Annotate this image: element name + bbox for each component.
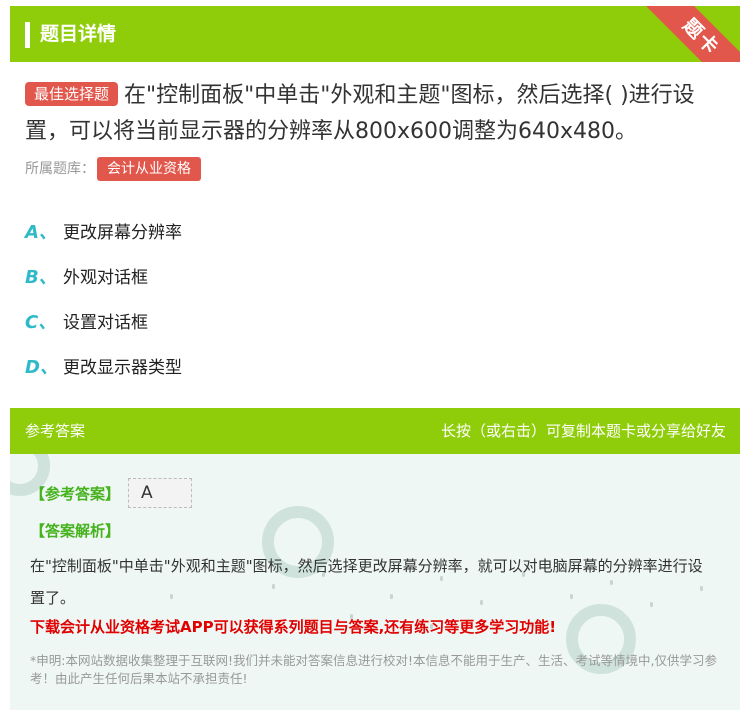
- option-text: 外观对话框: [63, 268, 148, 288]
- question-block: 最佳选择题 在"控制面板"中单击"外观和主题"图标，然后选择( )进行设置，可以将…: [25, 78, 730, 150]
- question-text: 在"控制面板"中单击"外观和主题"图标，然后选择( )进行设置，可以将当前显示器…: [25, 83, 695, 144]
- option-letter: A、: [25, 221, 57, 243]
- analysis-text: 在"控制面板"中单击"外观和主题"图标，然后选择更改屏幕分辨率，就可以对电脑屏幕…: [30, 557, 703, 607]
- option-letter: B、: [25, 266, 57, 288]
- option-list: A、 更改屏幕分辨率 B、 外观对话框 C、 设置对话框 D、 更改显示器类型: [25, 208, 182, 388]
- library-tag[interactable]: 会计从业资格: [97, 157, 201, 181]
- option-letter: D、: [25, 356, 58, 378]
- question-type-tag: 最佳选择题: [25, 82, 119, 106]
- option-text: 更改显示器类型: [63, 358, 182, 378]
- answer-header: 参考答案 长按（或右击）可复制本题卡或分享给好友: [10, 408, 740, 454]
- option-b[interactable]: B、 外观对话框: [25, 253, 182, 298]
- answer-row: 【参考答案】 A: [30, 478, 193, 508]
- option-text: 更改屏幕分辨率: [63, 223, 182, 243]
- answer-label: 【参考答案】: [30, 484, 121, 503]
- option-c[interactable]: C、 设置对话框: [25, 298, 182, 343]
- app-download-promo[interactable]: 下载会计从业资格考试APP可以获得系列题目与答案,还有练习等更多学习功能!: [30, 616, 556, 637]
- library-label: 所属题库：: [25, 161, 95, 177]
- detail-header: 题目详情 题卡: [10, 6, 740, 62]
- option-letter: C、: [25, 311, 57, 333]
- share-hint: 长按（或右击）可复制本题卡或分享给好友: [440, 422, 726, 440]
- analysis-label: 【答案解析】: [30, 522, 121, 540]
- answer-body: 【参考答案】 A 【答案解析】 在"控制面板"中单击"外观和主题"图标，然后选择…: [10, 454, 740, 710]
- option-d[interactable]: D、 更改显示器类型: [25, 343, 182, 388]
- answer-section-title: 参考答案: [25, 422, 86, 440]
- question-card-ribbon: 题卡: [628, 6, 740, 62]
- question-library: 所属题库： 会计从业资格: [25, 157, 201, 181]
- page-title: 题目详情: [40, 23, 117, 45]
- disclaimer-text: *申明:本网站数据收集整理于互联网!我们并未能对答案信息进行校对!本信息不能用于…: [30, 653, 717, 686]
- header-accent-bar: [25, 22, 30, 48]
- option-a[interactable]: A、 更改屏幕分辨率: [25, 208, 182, 253]
- option-text: 设置对话框: [63, 313, 148, 333]
- answer-value: A: [128, 478, 193, 508]
